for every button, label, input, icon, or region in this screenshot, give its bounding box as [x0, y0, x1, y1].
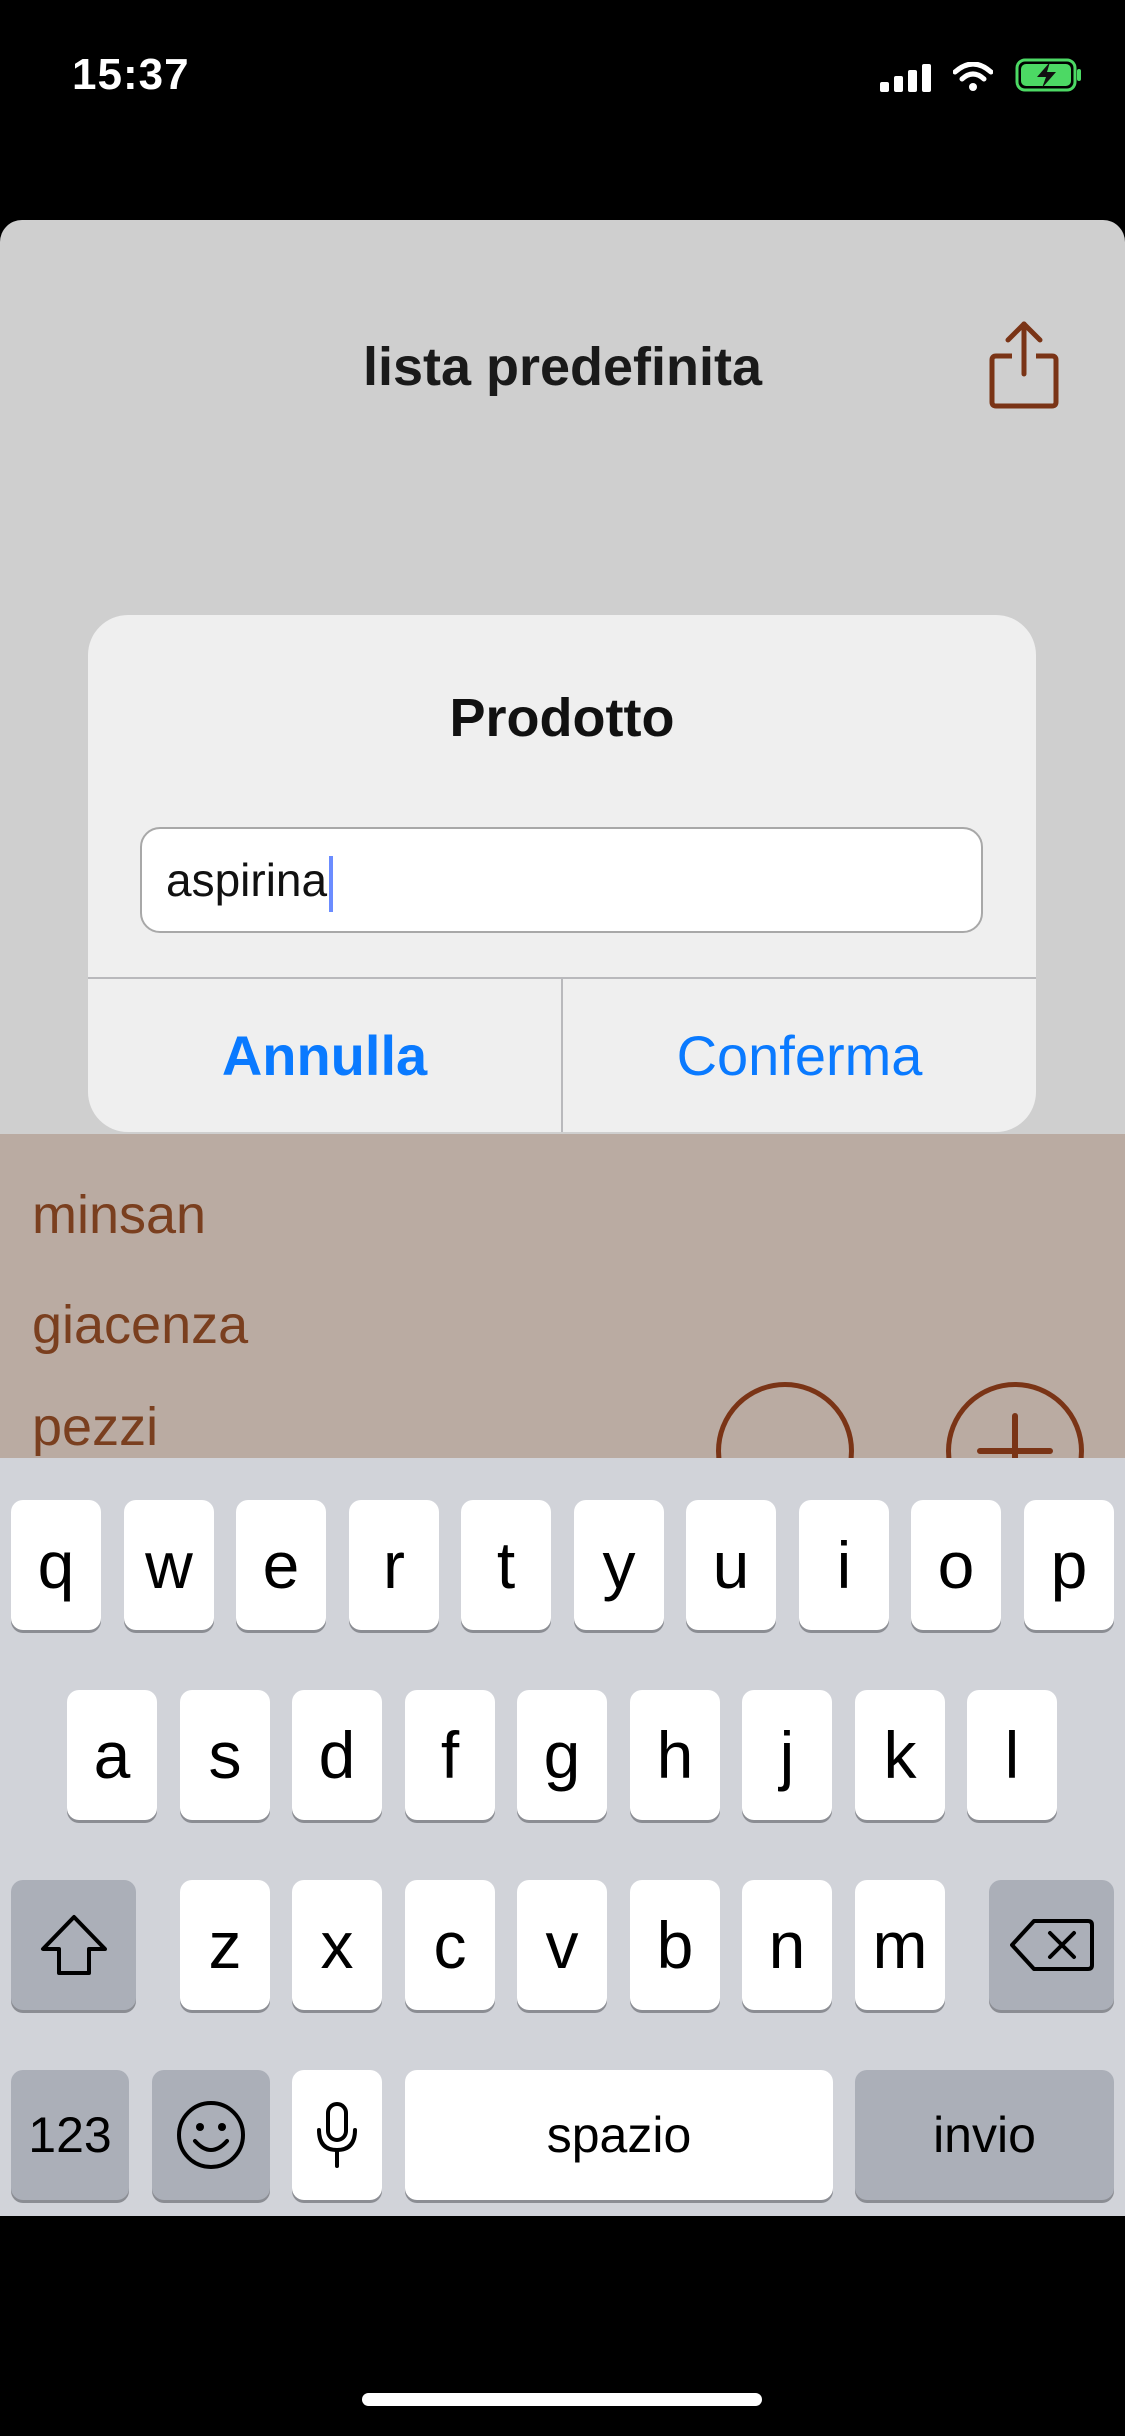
- key-n[interactable]: n: [742, 1880, 832, 2010]
- key-c[interactable]: c: [405, 1880, 495, 2010]
- key-j[interactable]: j: [742, 1690, 832, 1820]
- add-button[interactable]: [946, 1382, 1084, 1465]
- key-a[interactable]: a: [67, 1690, 157, 1820]
- giacenza-label: giacenza: [32, 1295, 249, 1355]
- key-y[interactable]: y: [574, 1500, 664, 1630]
- cancel-button[interactable]: Annulla: [88, 979, 561, 1132]
- space-key[interactable]: spazio: [405, 2070, 833, 2200]
- key-p[interactable]: p: [1024, 1500, 1114, 1630]
- key-d[interactable]: d: [292, 1690, 382, 1820]
- pezzi-label: pezzi: [32, 1397, 159, 1457]
- key-m[interactable]: m: [855, 1880, 945, 2010]
- status-time: 15:37: [72, 50, 190, 99]
- key-f[interactable]: f: [405, 1690, 495, 1820]
- confirm-button[interactable]: Conferma: [563, 979, 1036, 1132]
- key-e[interactable]: e: [236, 1500, 326, 1630]
- product-name-value: aspirina: [166, 854, 328, 906]
- status-icons: [880, 58, 1083, 92]
- key-b[interactable]: b: [630, 1880, 720, 2010]
- text-caret: [329, 855, 334, 912]
- key-w[interactable]: w: [124, 1500, 214, 1630]
- keyboard: q w e r t y u i o p a s d f g h j k l z …: [0, 1458, 1125, 2216]
- shift-arrow-icon: [40, 1915, 107, 1975]
- key-v[interactable]: v: [517, 1880, 607, 2010]
- more-button[interactable]: ...: [716, 1382, 854, 1465]
- key-s[interactable]: s: [180, 1690, 270, 1820]
- wifi-icon: [953, 62, 993, 91]
- shift-key[interactable]: [11, 1880, 136, 2010]
- key-o[interactable]: o: [911, 1500, 1001, 1630]
- key-z[interactable]: z: [180, 1880, 270, 2010]
- backspace-key[interactable]: [989, 1880, 1114, 2010]
- numbers-key[interactable]: 123: [11, 2070, 129, 2200]
- share-icon[interactable]: [988, 318, 1060, 410]
- key-u[interactable]: u: [686, 1500, 776, 1630]
- return-key[interactable]: invio: [855, 2070, 1114, 2200]
- product-panel: minsan giacenza pezzi ... pz: [0, 1134, 1125, 1465]
- key-h[interactable]: h: [630, 1690, 720, 1820]
- key-g[interactable]: g: [517, 1690, 607, 1820]
- key-r[interactable]: r: [349, 1500, 439, 1630]
- key-q[interactable]: q: [11, 1500, 101, 1630]
- cellular-signal-icon: [880, 64, 931, 92]
- product-name-input[interactable]: aspirina: [140, 827, 983, 933]
- key-l[interactable]: l: [967, 1690, 1057, 1820]
- key-t[interactable]: t: [461, 1500, 551, 1630]
- minsan-label: minsan: [32, 1185, 207, 1245]
- product-alert-dialog: Prodotto aspirina Annulla Conferma: [88, 615, 1036, 1132]
- emoji-key[interactable]: [152, 2070, 270, 2200]
- battery-charging-icon: [1015, 58, 1081, 92]
- microphone-icon: [317, 2102, 357, 2168]
- key-i[interactable]: i: [799, 1500, 889, 1630]
- emoji-icon: [177, 2101, 245, 2169]
- backspace-icon: [1009, 1919, 1094, 1971]
- page-title: lista predefinita: [362, 337, 763, 397]
- dictation-key[interactable]: [292, 2070, 382, 2200]
- alert-title: Prodotto: [449, 688, 675, 748]
- key-k[interactable]: k: [855, 1690, 945, 1820]
- key-x[interactable]: x: [292, 1880, 382, 2010]
- home-indicator[interactable]: [362, 2393, 762, 2406]
